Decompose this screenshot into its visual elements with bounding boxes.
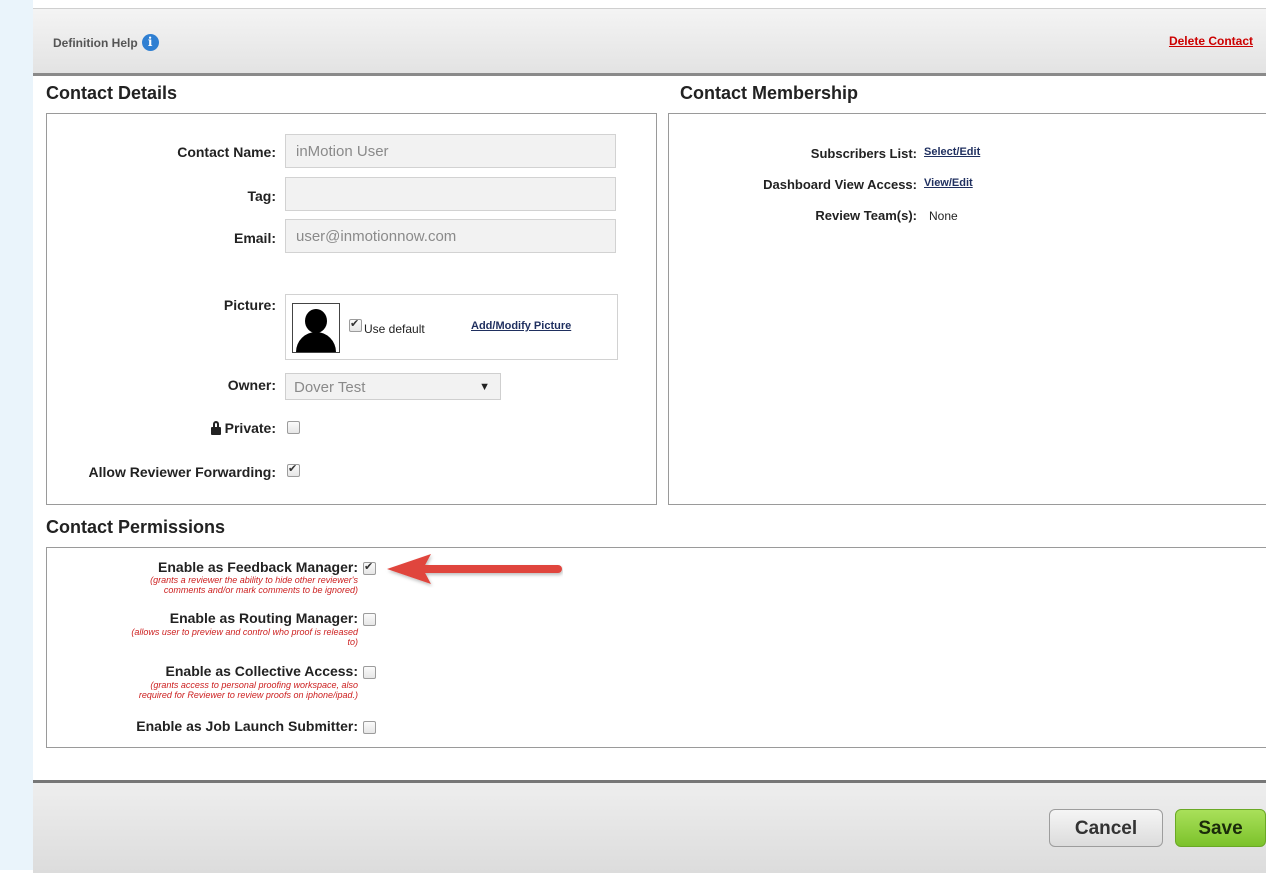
tag-label: Tag: [247,188,276,204]
add-modify-picture-link[interactable]: Add/Modify Picture [471,320,571,332]
cancel-button[interactable]: Cancel [1049,809,1163,847]
contact-membership-title: Contact Membership [680,83,859,103]
use-default-label: Use default [364,322,425,336]
footer-bar: Cancel Save [33,780,1266,873]
definition-help-link[interactable]: Definition Help i [53,34,159,51]
subscribers-list-label: Subscribers List: [810,146,917,161]
job-launch-submitter-checkbox[interactable] [363,721,376,734]
collective-access-note: (grants access to personal proofing work… [138,680,358,700]
feedback-manager-label: Enable as Feedback Manager: [158,559,358,575]
private-label-row: Private: [47,420,276,436]
top-toolbar: Definition Help i Delete Contact [33,8,1266,76]
contact-permissions-box: Enable as Feedback Manager: (grants a re… [46,547,1266,748]
allow-forwarding-checkbox[interactable] [287,462,300,477]
subscribers-select-edit-link[interactable]: Select/Edit [924,146,980,158]
owner-select-value: Dover Test [294,379,366,396]
contact-name-label: Contact Name: [177,144,276,160]
review-teams-value: None [929,209,958,223]
contact-edit-panel: Definition Help i Delete Contact Contact… [33,0,1266,873]
save-button[interactable]: Save [1175,809,1266,847]
annotation-arrow-icon [387,554,562,584]
private-label: Private: [224,420,276,436]
email-field[interactable]: user@inmotionnow.com [285,219,616,253]
owner-label: Owner: [227,377,276,393]
collective-access-checkbox[interactable] [363,666,376,679]
picture-box: Use default Add/Modify Picture [285,294,618,360]
contact-details-title: Contact Details [46,83,178,103]
dashboard-view-access-label: Dashboard View Access: [763,177,917,192]
feedback-manager-checkbox[interactable] [363,560,376,575]
routing-manager-checkbox[interactable] [363,613,376,626]
contact-details-box: Contact Name: inMotion User Tag: Email: … [46,113,657,505]
contact-permissions-title: Contact Permissions [46,517,226,537]
dashboard-view-edit-link[interactable]: View/Edit [924,177,973,189]
private-checkbox[interactable] [287,421,300,434]
contact-name-field[interactable]: inMotion User [285,134,616,168]
job-launch-submitter-label: Enable as Job Launch Submitter: [136,718,358,734]
picture-label: Picture: [223,297,276,313]
feedback-manager-note: (grants a reviewer the ability to hide o… [150,575,358,595]
left-sidebar-strip [0,0,34,870]
dropdown-caret-icon: ▼ [479,381,490,393]
routing-manager-label: Enable as Routing Manager: [169,610,358,626]
use-default-checkbox[interactable] [349,317,362,332]
lock-icon [210,421,221,435]
owner-select[interactable]: Dover Test ▼ [285,373,501,400]
default-avatar-icon [292,303,340,353]
delete-contact-link[interactable]: Delete Contact [1169,34,1253,48]
allow-forwarding-label: Allow Reviewer Forwarding: [88,464,276,480]
info-icon[interactable]: i [141,34,159,51]
contact-membership-box: Subscribers List: Select/Edit Dashboard … [668,113,1266,505]
routing-manager-note: (allows user to preview and control who … [131,627,358,647]
review-teams-label: Review Team(s): [815,208,917,223]
collective-access-label: Enable as Collective Access: [165,663,358,679]
email-label: Email: [233,230,276,246]
definition-help-label: Definition Help [53,35,138,50]
tag-field[interactable] [285,177,616,211]
